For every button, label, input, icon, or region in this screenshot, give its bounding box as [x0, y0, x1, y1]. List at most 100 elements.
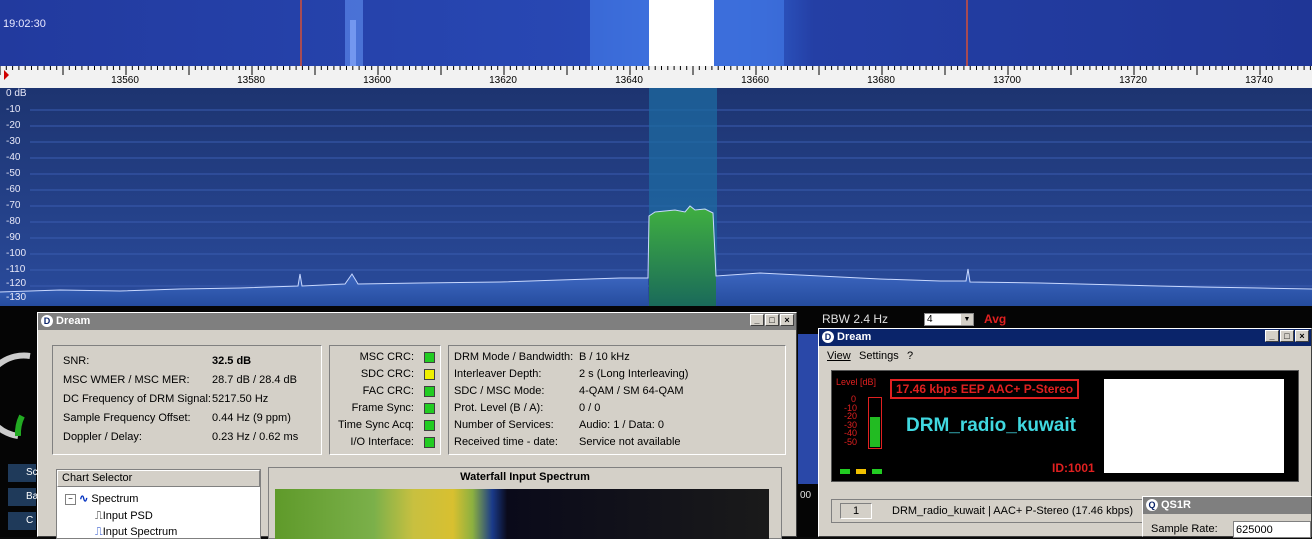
snr-value: 32.5 dB — [212, 355, 252, 367]
num-services-label: Number of Services: — [454, 419, 554, 431]
fac-crc-led — [424, 386, 435, 397]
time-sync-led — [424, 420, 435, 431]
window-controls: _ □ × — [1264, 330, 1309, 347]
freq-tick-label: 13660 — [741, 75, 769, 86]
sdc-msc-mode-value: 4-QAM / SM 64-QAM — [579, 385, 684, 397]
doppler-label: Doppler / Delay: — [63, 431, 142, 443]
frame-sync-led — [424, 403, 435, 414]
prot-level-label: Prot. Level (B / A): — [454, 402, 544, 414]
spectrum-plot[interactable]: 0 dB -10 -20 -30 -40 -50 -60 -70 -80 -90… — [0, 88, 1312, 306]
tree-item-input-psd[interactable]: ⎍Input PSD — [95, 510, 153, 523]
sample-offset-label: Sample Frequency Offset: — [63, 412, 191, 424]
level-meter — [868, 397, 882, 449]
io-interface-label: I/O Interface: — [350, 436, 414, 448]
mer-label: MSC WMER / MSC MER: — [63, 374, 190, 386]
text-message-area — [1104, 379, 1284, 473]
waterfall-image — [0, 0, 1312, 66]
waterfall-display[interactable]: 19:02:30 — [0, 0, 1312, 66]
avg-select[interactable]: 4 ▼ — [924, 313, 974, 326]
chart-panel: Waterfall Input Spectrum — [268, 467, 782, 539]
sdc-crc-led — [424, 369, 435, 380]
tree-item-input-spectrum[interactable]: ⎍Input Spectrum — [95, 526, 178, 538]
sdr-display: 19:02:30 13560 13580 13600 13620 13640 1… — [0, 0, 1312, 310]
side-button-ba[interactable]: Ba — [8, 488, 38, 506]
dream-app-icon: D — [822, 331, 834, 343]
service-row[interactable]: 1 DRM_radio_kuwait | AAC+ P-Stereo (17.4… — [831, 499, 1151, 523]
drm-params-group: DRM Mode / Bandwidth: B / 10 kHz Interle… — [448, 345, 786, 455]
frequency-ruler[interactable]: 13560 13580 13600 13620 13640 13660 1368… — [0, 66, 1312, 88]
freq-tick-label: 13580 — [237, 75, 265, 86]
close-button[interactable]: × — [780, 314, 794, 326]
qs1r-app-icon: Q — [1146, 499, 1158, 511]
status-led — [856, 469, 866, 474]
strip-freq-label: 00 — [800, 490, 812, 501]
sample-rate-input[interactable] — [1233, 521, 1311, 538]
snr-label: SNR: — [63, 355, 90, 367]
io-interface-led — [424, 437, 435, 448]
psd-icon: ⎍ — [95, 510, 103, 522]
maximize-button[interactable]: □ — [765, 314, 779, 326]
service-button[interactable]: 1 — [840, 503, 872, 519]
input-spectrum-icon: ⎍ — [95, 526, 103, 538]
sample-offset-value: 0.44 Hz (9 ppm) — [212, 412, 291, 424]
fac-crc-label: FAC CRC: — [362, 385, 414, 397]
received-time-label: Received time - date: — [454, 436, 558, 448]
ruler-ticks — [0, 66, 1311, 80]
dream-player-titlebar[interactable]: D Dream _ □ × — [819, 329, 1311, 346]
db-tick-label: 0 dB — [6, 88, 27, 99]
drm-mode-label: DRM Mode / Bandwidth: — [454, 351, 574, 363]
db-tick-label: -90 — [6, 232, 21, 243]
freq-tick-label: 13700 — [993, 75, 1021, 86]
station-name: DRM_radio_kuwait — [906, 415, 1076, 436]
qs1r-titlebar[interactable]: Q QS1R — [1143, 497, 1311, 514]
menu-settings[interactable]: Settings — [859, 350, 899, 362]
mini-waterfall — [798, 334, 820, 484]
window-controls: _ □ × — [749, 314, 794, 331]
player-display: Level [dB] 0 -10 -20 -30 -40 -50 17.46 k… — [831, 370, 1299, 482]
freq-tick-label: 13680 — [867, 75, 895, 86]
dream-main-titlebar[interactable]: D Dream _ □ × — [38, 313, 796, 330]
chart-selector-header[interactable]: Chart Selector — [57, 470, 260, 487]
side-button-c[interactable]: C — [8, 512, 36, 530]
chart-selector-tree[interactable]: Chart Selector − ∿ Spectrum ⎍Input PSD ⎍… — [56, 469, 261, 539]
tree-item-spectrum[interactable]: − ∿ Spectrum — [65, 492, 138, 505]
tree-item-label: Input Spectrum — [102, 526, 178, 538]
ruler-marker-icon — [4, 70, 9, 80]
received-time-value: Service not available — [579, 436, 681, 448]
interleaver-label: Interleaver Depth: — [454, 368, 542, 380]
dc-freq-value: 5217.50 Hz — [212, 393, 269, 405]
db-tick-label: -60 — [6, 184, 21, 195]
dream-main-window: D Dream _ □ × SNR: 32.5 dB MSC WMER / MSC M… — [37, 312, 797, 539]
db-tick-label: -120 — [6, 278, 27, 289]
signal-stats-group: SNR: 32.5 dB MSC WMER / MSC MER: 28.7 dB… — [52, 345, 322, 455]
maximize-button[interactable]: □ — [1280, 330, 1294, 342]
menu-help[interactable]: ? — [907, 350, 913, 362]
freq-tick-label: 13600 — [363, 75, 391, 86]
qs1r-window: Q QS1R Sample Rate: — [1142, 496, 1312, 538]
signal-band — [649, 206, 716, 306]
mer-value: 28.7 dB / 28.4 dB — [212, 374, 298, 386]
level-ticks: 0 -10 -20 -30 -40 -50 — [844, 395, 857, 447]
waterfall-input-spectrum — [275, 489, 769, 539]
chevron-down-icon[interactable]: ▼ — [961, 314, 973, 325]
freq-tick-label: 13620 — [489, 75, 517, 86]
service-label: DRM_radio_kuwait | AAC+ P-Stereo (17.46 … — [892, 505, 1133, 517]
minimize-button[interactable]: _ — [1265, 330, 1279, 342]
freq-tick-label: 13720 — [1119, 75, 1147, 86]
menu-view[interactable]: View — [827, 350, 851, 362]
tree-collapse-icon[interactable]: − — [65, 493, 76, 505]
close-button[interactable]: × — [1295, 330, 1309, 342]
menu-bar: View Settings ? — [819, 346, 1311, 366]
dc-freq-label: DC Frequency of DRM Signal: — [63, 393, 211, 405]
msc-crc-led — [424, 352, 435, 363]
db-tick-label: -80 — [6, 216, 21, 227]
rbw-label: RBW 2.4 Hz — [822, 312, 889, 326]
tree-item-label: Input PSD — [102, 510, 153, 522]
freq-tick-label: 13740 — [1245, 75, 1273, 86]
window-title: Dream — [837, 331, 872, 343]
db-tick-label: -50 — [6, 168, 21, 179]
side-button-sc[interactable]: Sc — [8, 464, 38, 482]
sdc-msc-mode-label: SDC / MSC Mode: — [454, 385, 545, 397]
db-tick-label: -70 — [6, 200, 21, 211]
minimize-button[interactable]: _ — [750, 314, 764, 326]
